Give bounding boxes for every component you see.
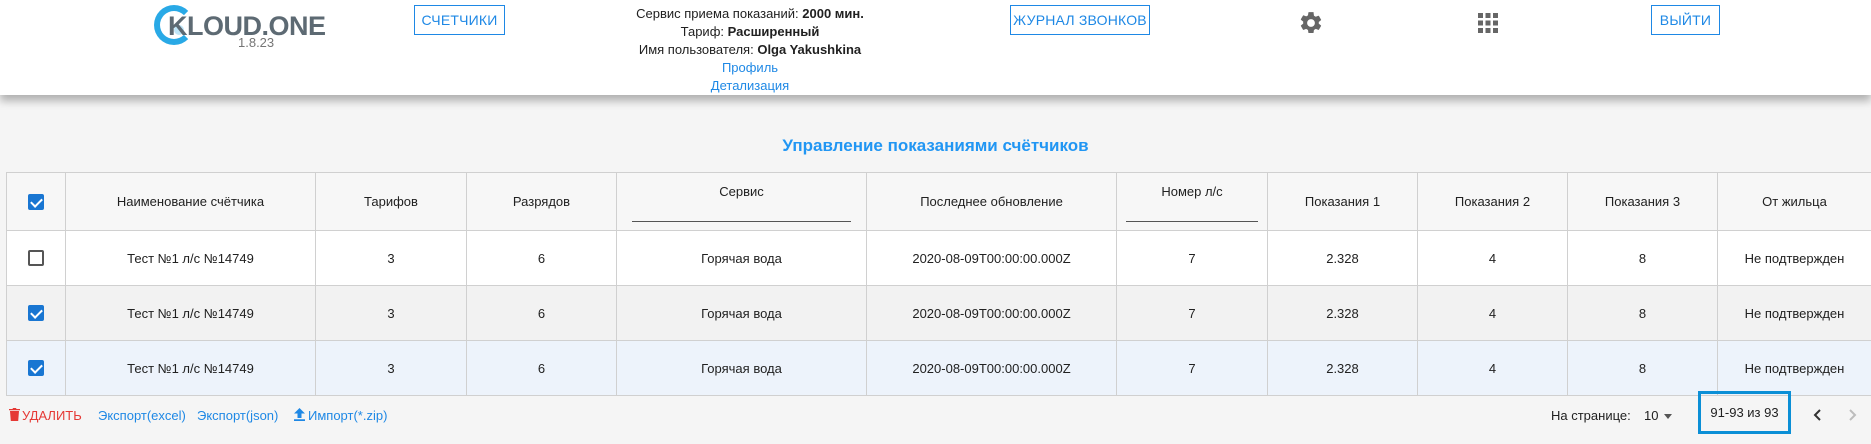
- table-cell: Не подтвержден: [1717, 285, 1871, 341]
- trash-icon: [9, 408, 20, 421]
- calls-log-button[interactable]: ЖУРНАЛ ЗВОНКОВ: [1010, 5, 1150, 35]
- table-cell: 2020-08-09T00:00:00.000Z: [866, 285, 1117, 341]
- user-name: Olga Yakushkina: [757, 42, 862, 57]
- column-header-label: Сервис: [719, 184, 764, 199]
- export-excel-link[interactable]: Экспорт(excel): [98, 408, 186, 423]
- table-cell: Тест №1 л/с №14749: [65, 230, 316, 286]
- profile-link[interactable]: Профиль: [600, 59, 900, 77]
- user-label: Имя пользователя:: [638, 42, 758, 57]
- table-cell: Не подтвержден: [1717, 230, 1871, 286]
- table-cell: 7: [1116, 230, 1268, 286]
- tariff-label: Тариф:: [680, 24, 728, 39]
- table-cell: 2020-08-09T00:00:00.000Z: [866, 230, 1117, 286]
- meters-button[interactable]: СЧЕТЧИКИ: [414, 5, 505, 35]
- table-cell: Тест №1 л/с №14749: [65, 340, 316, 396]
- table-cell: 6: [466, 230, 617, 286]
- column-header[interactable]: Разрядов: [466, 172, 617, 231]
- chevron-left-icon[interactable]: [1809, 406, 1827, 424]
- service-label: Сервис приема показаний:: [636, 6, 803, 21]
- column-header-filter: Сервис: [616, 172, 867, 231]
- service-value: 2000 мин.: [802, 6, 864, 21]
- column-header[interactable]: Последнее обновление: [866, 172, 1117, 231]
- row-checkbox[interactable]: [28, 250, 44, 267]
- exit-button[interactable]: ВЫЙТИ: [1651, 5, 1720, 35]
- gear-icon[interactable]: [1298, 10, 1324, 36]
- table-cell: 6: [466, 285, 617, 341]
- column-header[interactable]: Наименование счётчика: [65, 172, 316, 231]
- table-row[interactable]: Тест №1 л/с №14749 3 6 Горячая вода 2020…: [6, 230, 1871, 286]
- kloud-one-logo[interactable]: KLOUD.ONE 1.8.23: [152, 3, 326, 51]
- import-label: Импорт(*.zip): [308, 408, 388, 423]
- select-all-cell: [6, 172, 66, 231]
- rows-per-page-value: 10: [1644, 408, 1659, 423]
- row-checkbox[interactable]: [28, 305, 44, 322]
- table-cell: 6: [466, 340, 617, 396]
- import-zip-button[interactable]: Импорт(*.zip): [294, 408, 387, 423]
- table-cell: Не подтвержден: [1717, 340, 1871, 396]
- table-footer: УДАЛИТЬ Экспорт(excel) Экспорт(json) Имп…: [6, 391, 1871, 444]
- table-cell: 7: [1116, 340, 1268, 396]
- account-filter-input[interactable]: [1126, 221, 1258, 222]
- table-cell: 8: [1567, 340, 1718, 396]
- delete-label: УДАЛИТЬ: [22, 408, 82, 423]
- apps-grid-icon[interactable]: [1478, 13, 1498, 33]
- tariff-value: Расширенный: [727, 24, 820, 39]
- row-checkbox[interactable]: [28, 360, 44, 377]
- page-title: Управление показаниями счётчиков: [782, 136, 1089, 155]
- account-info: Сервис приема показаний: 2000 мин. Тариф…: [600, 5, 900, 95]
- table-cell: 3: [315, 285, 467, 341]
- service-line: Сервис приема показаний: 2000 мин.: [600, 5, 900, 23]
- table-row[interactable]: Тест №1 л/с №14749 3 6 Горячая вода 2020…: [6, 340, 1871, 396]
- table-cell: 8: [1567, 230, 1718, 286]
- table-cell: Горячая вода: [616, 340, 867, 396]
- chevron-right-icon[interactable]: [1843, 406, 1861, 424]
- table-row[interactable]: Тест №1 л/с №14749 3 6 Горячая вода 2020…: [6, 285, 1871, 341]
- dropdown-arrow-icon: [1664, 414, 1673, 420]
- column-header[interactable]: От жильца: [1717, 172, 1871, 231]
- table-cell: 4: [1417, 285, 1568, 341]
- table-cell: 2.328: [1267, 285, 1418, 341]
- rows-per-page-label: На странице:: [1551, 408, 1631, 423]
- service-filter-input[interactable]: [631, 221, 852, 222]
- table-cell: Тест №1 л/с №14749: [65, 285, 316, 341]
- table-cell: Горячая вода: [616, 230, 867, 286]
- table-cell: 2020-08-09T00:00:00.000Z: [866, 340, 1117, 396]
- column-header[interactable]: Показания 3: [1567, 172, 1718, 231]
- column-header-label: Номер л/с: [1161, 184, 1223, 199]
- table-cell: 3: [315, 230, 467, 286]
- select-all-checkbox[interactable]: [28, 193, 44, 210]
- app-header: KLOUD.ONE 1.8.23 СЧЕТЧИКИ Сервис приема …: [0, 0, 1871, 95]
- meters-table: Наименование счётчика Тарифов Разрядов С…: [6, 172, 1871, 396]
- table-cell: 7: [1116, 285, 1268, 341]
- table-cell: 2.328: [1267, 230, 1418, 286]
- table-cell: 3: [315, 340, 467, 396]
- details-link[interactable]: Детализация: [600, 77, 900, 95]
- table-cell: 8: [1567, 285, 1718, 341]
- column-header[interactable]: Показания 1: [1267, 172, 1418, 231]
- column-header[interactable]: Тарифов: [315, 172, 467, 231]
- pagination-range: 91-93 из 93: [1698, 391, 1791, 434]
- table-cell: 4: [1417, 340, 1568, 396]
- column-header[interactable]: Показания 2: [1417, 172, 1568, 231]
- upload-icon: [294, 408, 305, 421]
- column-header-filter: Номер л/с: [1116, 172, 1268, 231]
- export-json-link[interactable]: Экспорт(json): [197, 408, 278, 423]
- table-cell: 2.328: [1267, 340, 1418, 396]
- app-version: 1.8.23: [238, 35, 275, 50]
- user-line: Имя пользователя: Olga Yakushkina: [600, 41, 900, 59]
- table-header-row: Наименование счётчика Тарифов Разрядов С…: [6, 172, 1871, 231]
- rows-per-page-select[interactable]: 10: [1644, 408, 1673, 423]
- tariff-line: Тариф: Расширенный: [600, 23, 900, 41]
- table-cell: 4: [1417, 230, 1568, 286]
- table-cell: Горячая вода: [616, 285, 867, 341]
- delete-button[interactable]: УДАЛИТЬ: [9, 408, 82, 423]
